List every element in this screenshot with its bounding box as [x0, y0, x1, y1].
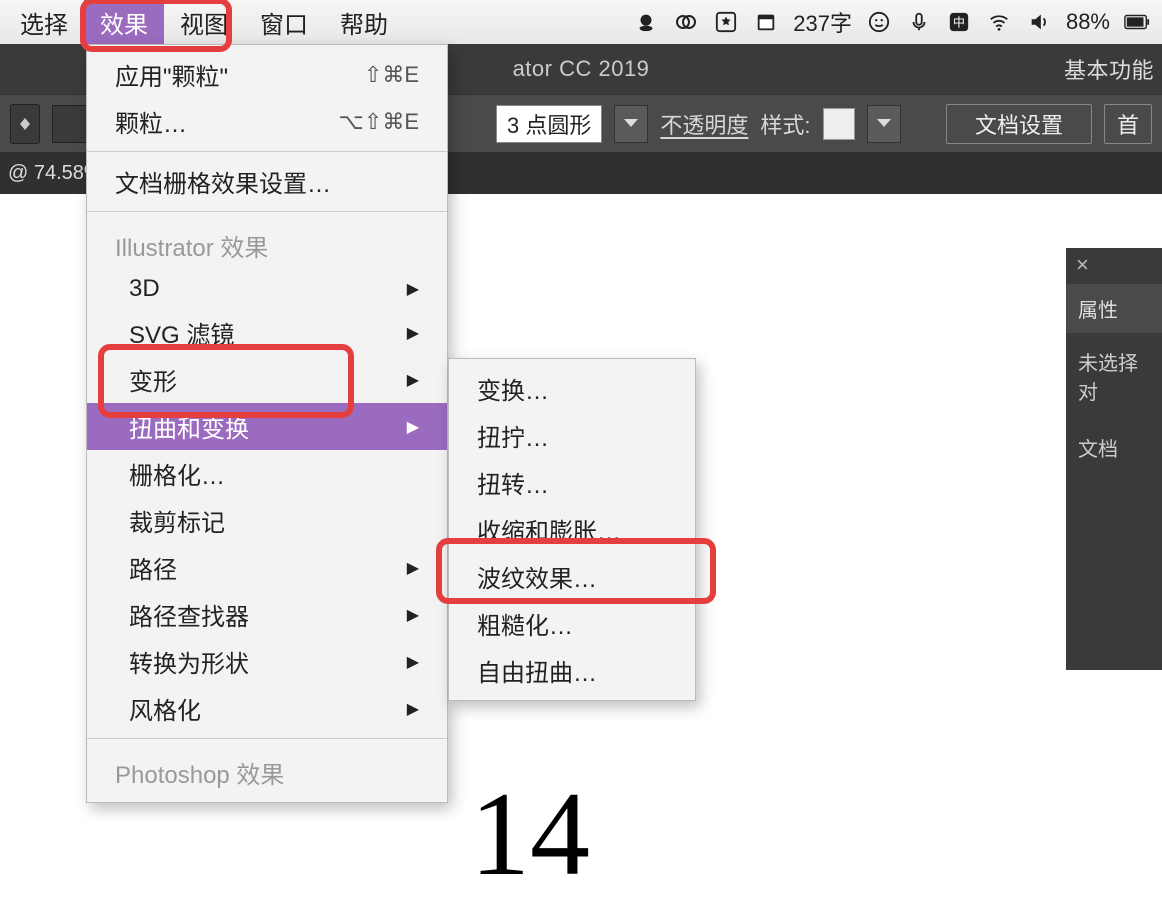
effect-crop-marks[interactable]: 裁剪标记 — [87, 497, 447, 544]
menu-effect[interactable]: 效果 — [84, 0, 164, 46]
cc-icon[interactable] — [673, 9, 699, 35]
style-swatch[interactable] — [823, 108, 855, 140]
menubar-status: 237字 中 88% — [633, 6, 1158, 38]
ime-icon[interactable]: 中 — [946, 9, 972, 35]
doc-section-label: 文档 — [1066, 419, 1162, 476]
stroke-profile-dropdown[interactable]: 3 点圆形 — [496, 105, 602, 143]
free-distort-item[interactable]: 自由扭曲… — [449, 647, 695, 694]
close-icon[interactable]: × — [1076, 254, 1089, 276]
menu-select[interactable]: 选择 — [4, 0, 84, 46]
menu-view[interactable]: 视图 — [164, 0, 244, 46]
menu-window[interactable]: 窗口 — [244, 0, 324, 46]
photoshop-effects-header: Photoshop 效果 — [87, 745, 447, 796]
effect-distort-transform[interactable]: 扭曲和变换▶ — [87, 403, 447, 450]
chevron-down-icon[interactable] — [614, 105, 648, 143]
qq-icon[interactable] — [633, 9, 659, 35]
zigzag-item[interactable]: 波纹效果… — [449, 553, 695, 600]
illustrator-effects-header: Illustrator 效果 — [87, 218, 447, 269]
effect-path[interactable]: 路径▶ — [87, 544, 447, 591]
star-box-icon[interactable] — [713, 9, 739, 35]
mic-icon[interactable] — [906, 9, 932, 35]
volume-icon[interactable] — [1026, 9, 1052, 35]
twist-item[interactable]: 扭转… — [449, 459, 695, 506]
effect-svg-filters[interactable]: SVG 滤镜▶ — [87, 309, 447, 356]
menu-help[interactable]: 帮助 — [324, 0, 404, 46]
menubar: 选择 效果 视图 窗口 帮助 237字 中 88% — [0, 0, 1162, 44]
properties-panel: × 属性 未选择对 文档 — [1066, 248, 1162, 670]
no-selection-label: 未选择对 — [1066, 333, 1162, 419]
properties-tab[interactable]: 属性 — [1066, 284, 1162, 333]
effect-pathfinder[interactable]: 路径查找器▶ — [87, 591, 447, 638]
wifi-icon[interactable] — [986, 9, 1012, 35]
artwork-text: 14 — [470, 765, 590, 903]
effect-warp[interactable]: 变形▶ — [87, 356, 447, 403]
stepper[interactable] — [10, 104, 40, 144]
prefs-button[interactable]: 首 — [1104, 104, 1152, 144]
roughen-item[interactable]: 粗糙化… — [449, 600, 695, 647]
svg-text:中: 中 — [953, 16, 965, 30]
app-title-text: ator CC 2019 — [513, 56, 650, 82]
face-icon[interactable] — [866, 9, 892, 35]
opacity-link[interactable]: 不透明度 — [660, 108, 748, 140]
calendar-icon[interactable] — [753, 9, 779, 35]
battery-percent: 88% — [1066, 9, 1110, 35]
style-label: 样式: — [760, 108, 810, 140]
last-effect[interactable]: 颗粒…⌥⇧⌘E — [87, 98, 447, 145]
distort-transform-submenu: 变换… 扭拧… 扭转… 收缩和膨胀… 波纹效果… 粗糙化… 自由扭曲… — [448, 358, 696, 701]
chevron-down-icon[interactable] — [867, 105, 901, 143]
battery-icon[interactable] — [1124, 9, 1150, 35]
pucker-bloat-item[interactable]: 收缩和膨胀… — [449, 506, 695, 553]
effect-menu: 应用"颗粒"⇧⌘E 颗粒…⌥⇧⌘E 文档栅格效果设置… Illustrator … — [86, 44, 448, 803]
workspace-switcher[interactable]: 基本功能 — [1064, 53, 1154, 85]
doc-raster-settings[interactable]: 文档栅格效果设置… — [87, 158, 447, 205]
word-count: 237字 — [793, 6, 852, 38]
transform-item[interactable]: 变换… — [449, 365, 695, 412]
doc-setup-button[interactable]: 文档设置 — [946, 104, 1092, 144]
apply-last-effect[interactable]: 应用"颗粒"⇧⌘E — [87, 51, 447, 98]
effect-convert-to-shape[interactable]: 转换为形状▶ — [87, 638, 447, 685]
effect-rasterize[interactable]: 栅格化… — [87, 450, 447, 497]
pucker-item[interactable]: 扭拧… — [449, 412, 695, 459]
effect-3d[interactable]: 3D▶ — [87, 269, 447, 309]
effect-stylize[interactable]: 风格化▶ — [87, 685, 447, 732]
